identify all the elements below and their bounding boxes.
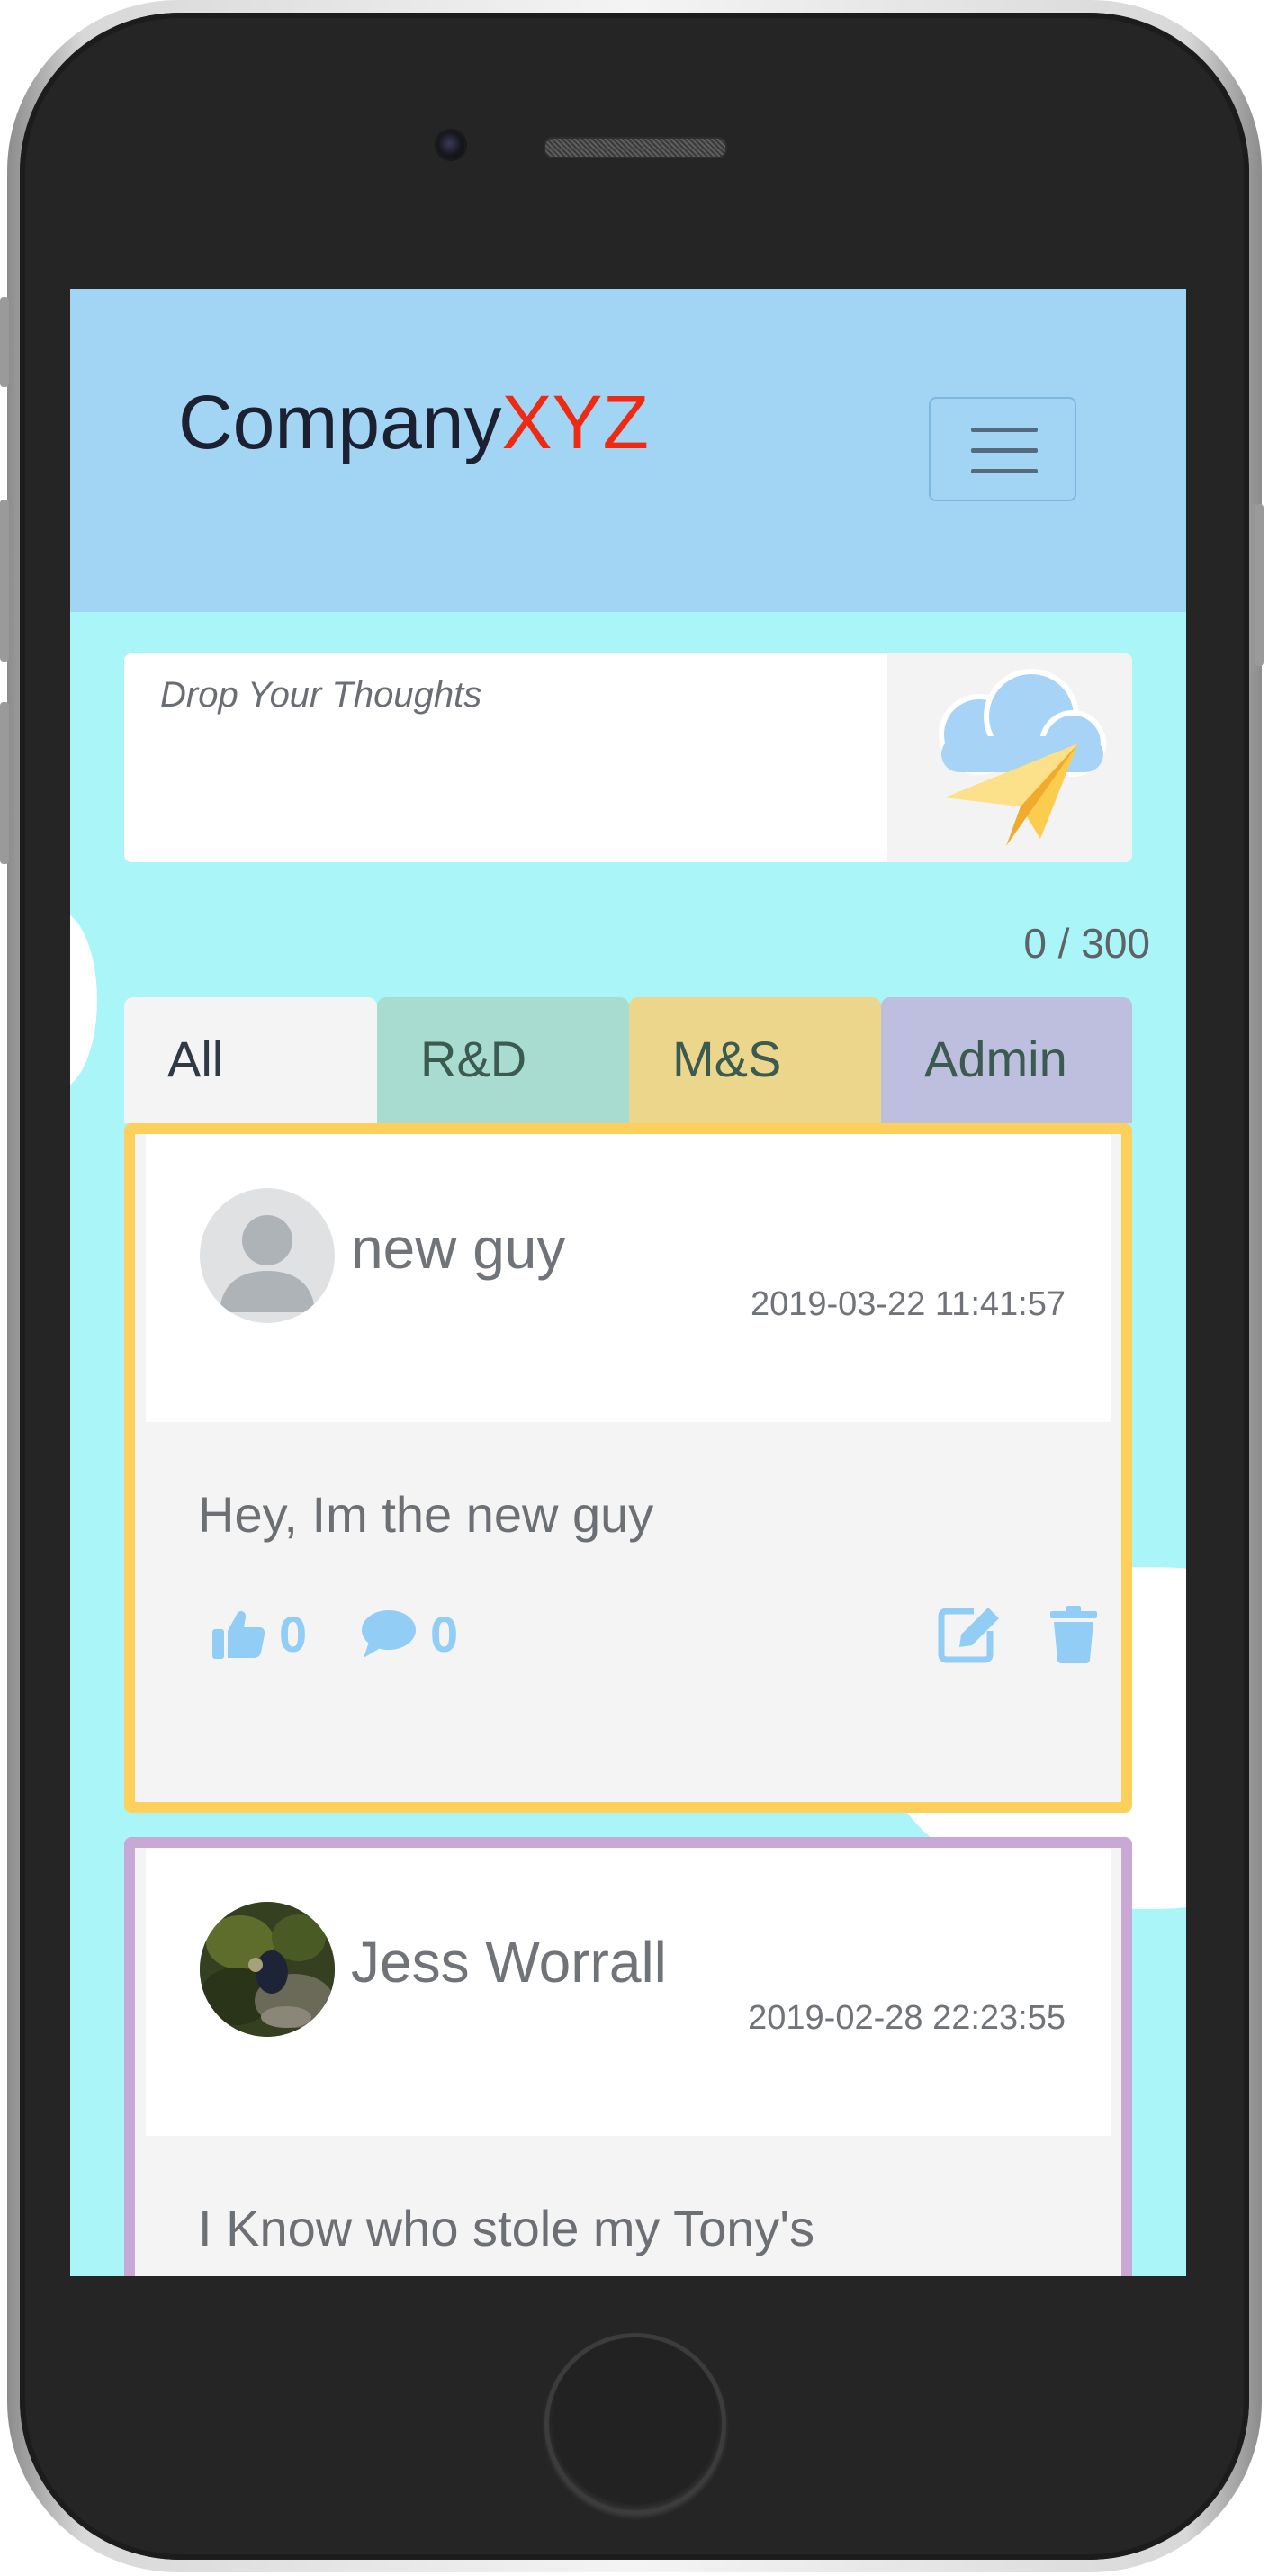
cloud-paper-plane-icon (939, 669, 1106, 846)
brand-logo[interactable]: CompanyXYZ (178, 379, 649, 466)
navbar: CompanyXYZ (70, 289, 1186, 612)
post-timestamp: 2019-03-22 11:41:57 (750, 1285, 1066, 1323)
volume-up-button (0, 500, 9, 662)
post-author: Jess Worrall (351, 1930, 667, 1995)
power-button (1255, 504, 1264, 666)
brand-name: Company (178, 380, 502, 464)
tab-r-and-d[interactable]: R&D (377, 997, 629, 1123)
character-counter: 0 / 300 (1023, 920, 1150, 967)
category-tabs: All R&D M&S Admin (124, 997, 1132, 1123)
delete-post-button[interactable] (1048, 1602, 1099, 1665)
default-user-avatar (200, 1188, 335, 1323)
post-card: new guy 2019-03-22 11:41:57 Hey, Im the … (124, 1123, 1132, 1813)
tab-all[interactable]: All (124, 997, 377, 1123)
earpiece-speaker (544, 137, 727, 158)
thoughts-input[interactable] (124, 653, 889, 862)
trash-icon (1050, 1606, 1097, 1663)
like-button[interactable]: 0 (211, 1602, 307, 1665)
comment-count: 0 (430, 1605, 459, 1662)
thumbs-up-icon (212, 1610, 266, 1659)
post-actions: 0 0 (198, 1602, 1097, 1665)
hamburger-icon (971, 448, 1038, 453)
edit-icon (938, 1608, 999, 1663)
post-timestamp: 2019-02-28 22:23:55 (748, 1999, 1066, 2037)
post-content: Hey, Im the new guy (198, 1486, 654, 1543)
app-screen: CompanyXYZ 0 / 300 All R&D (70, 289, 1186, 2276)
edit-post-button[interactable] (938, 1602, 1003, 1665)
post-card: Jess Worrall 2019-02-28 22:23:55 I Know … (124, 1837, 1132, 2276)
post-composer (124, 653, 1132, 862)
hamburger-icon (971, 428, 1038, 432)
comment-button[interactable]: 0 (360, 1602, 458, 1665)
tab-admin[interactable]: Admin (881, 997, 1132, 1123)
home-button[interactable] (544, 2333, 726, 2515)
mute-switch (0, 297, 9, 387)
post-header: new guy 2019-03-22 11:41:57 (146, 1134, 1111, 1422)
post-header: Jess Worrall 2019-02-28 22:23:55 (146, 1848, 1111, 2136)
background-cloud (70, 910, 97, 1090)
hamburger-icon (971, 469, 1038, 473)
send-button[interactable] (887, 653, 1132, 862)
volume-down-button (0, 702, 9, 864)
like-count: 0 (279, 1605, 308, 1662)
brand-accent: XYZ (501, 380, 649, 464)
tab-m-and-s[interactable]: M&S (629, 997, 881, 1123)
user-silhouette-icon (220, 1215, 315, 1312)
profile-photo (200, 1902, 335, 2037)
post-content: I Know who stole my Tony's (198, 2200, 815, 2256)
menu-toggle-button[interactable] (929, 397, 1076, 501)
front-camera (435, 129, 467, 161)
post-author: new guy (351, 1216, 566, 1281)
comment-bubble-icon (362, 1610, 416, 1658)
photo-avatar (200, 1902, 335, 2037)
